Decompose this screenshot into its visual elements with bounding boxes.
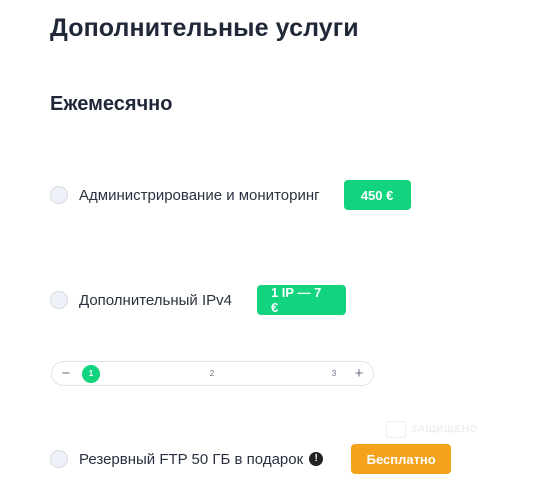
service-row-ipv4: Дополнительный IPv4 1 IP — 7 € (50, 285, 346, 315)
administration-checkbox[interactable] (50, 186, 68, 204)
service-label: Дополнительный IPv4 (79, 291, 232, 309)
plus-icon[interactable]: + (351, 364, 367, 383)
service-label: Резервный FTP 50 ГБ в подарок (79, 450, 304, 468)
watermark: ЗАЩИЩЕНО (386, 421, 478, 438)
price-badge: 1 IP — 7 € (256, 285, 346, 315)
service-row-administration: Администрирование и мониторинг 450 € (50, 180, 411, 210)
service-label: Администрирование и мониторинг (79, 186, 320, 204)
ipv4-checkbox[interactable] (50, 291, 68, 309)
minus-icon[interactable]: − (58, 364, 74, 383)
stepper-value-1[interactable]: 1 (82, 365, 100, 383)
page-title: Дополнительные услуги (50, 14, 359, 42)
stepper-value-2[interactable]: 2 (203, 365, 221, 383)
section-subtitle: Ежемесячно (50, 93, 173, 115)
price-badge: 450 € (343, 180, 411, 210)
ip-quantity-stepper[interactable]: − 1 2 3 + (51, 361, 374, 386)
service-row-ftp-backup: Резервный FTP 50 ГБ в подарок ! Бесплатн… (50, 444, 452, 474)
info-icon[interactable]: ! (309, 452, 324, 466)
stepper-value-3[interactable]: 3 (325, 365, 343, 383)
shield-icon (386, 421, 406, 438)
free-badge: Бесплатно (351, 444, 452, 474)
watermark-text: ЗАЩИЩЕНО (411, 424, 478, 435)
ftp-backup-checkbox[interactable] (50, 450, 68, 468)
